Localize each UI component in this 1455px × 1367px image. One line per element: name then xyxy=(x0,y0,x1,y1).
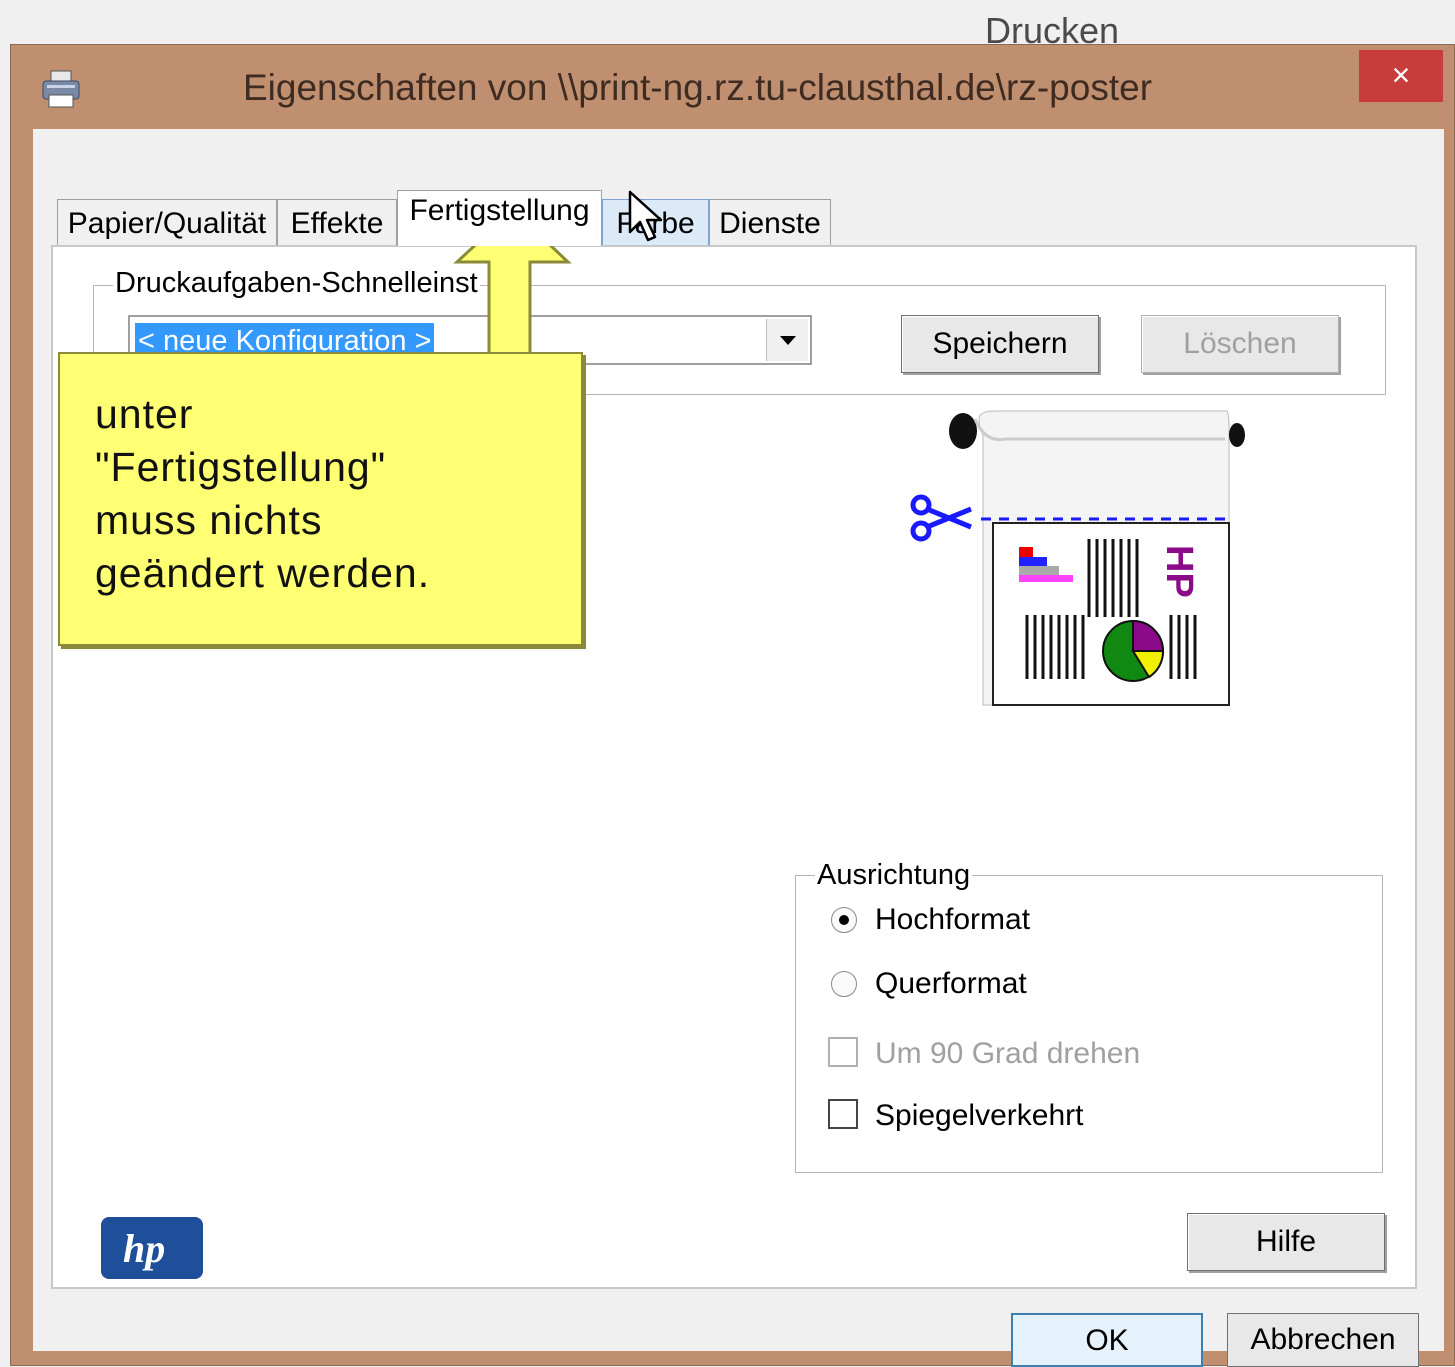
mouse-cursor-icon xyxy=(628,190,663,242)
callout-arrow-icon xyxy=(453,207,572,356)
annotation-callout: unter "Fertigstellung" muss nichts geänd… xyxy=(58,352,583,646)
callout-text: unter "Fertigstellung" muss nichts geänd… xyxy=(95,391,431,596)
tab-fertigstellung[interactable]: Fertigstellung xyxy=(397,190,602,246)
